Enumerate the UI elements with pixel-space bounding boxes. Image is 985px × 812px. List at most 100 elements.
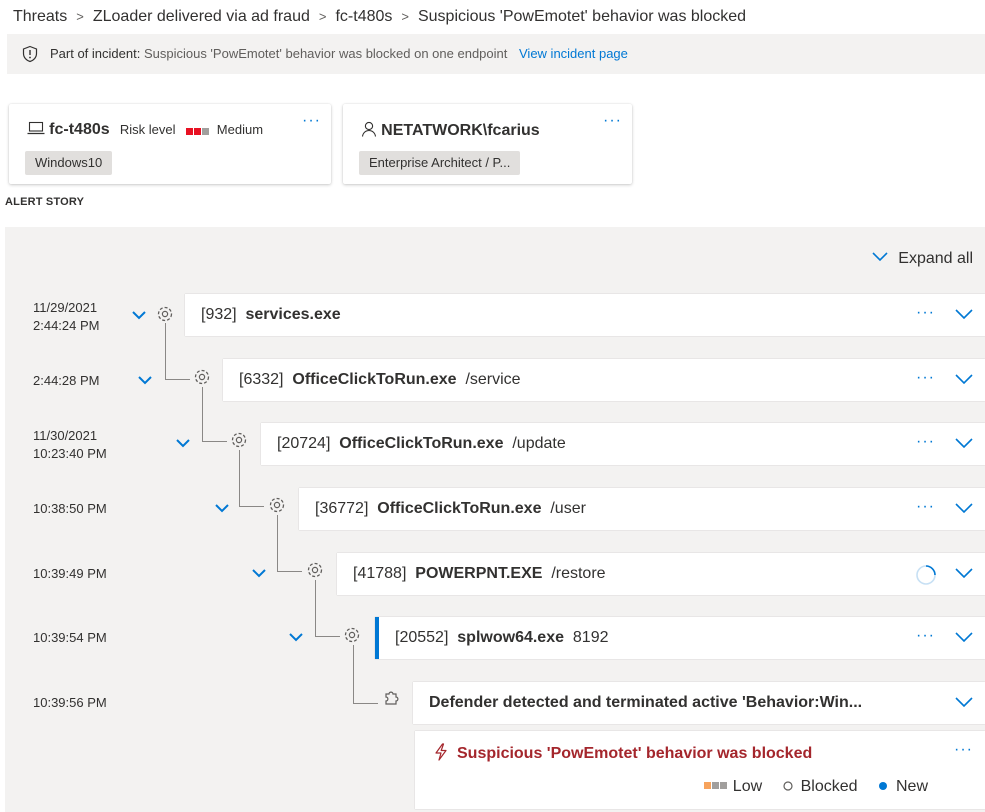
gear-icon xyxy=(231,432,247,448)
timestamp-time: 10:23:40 PM xyxy=(33,446,107,461)
alert-meta: Low Blocked New xyxy=(704,778,928,796)
process-more-button[interactable]: ··· xyxy=(916,498,935,516)
timestamp: 10:38:50 PM xyxy=(33,500,107,518)
process-name: OfficeClickToRun.exe xyxy=(339,435,504,452)
process-more-button[interactable]: ··· xyxy=(916,369,935,387)
process-node[interactable]: [41788] POWERPNT.EXE /restore xyxy=(337,553,985,595)
alert-title[interactable]: Suspicious 'PowEmotet' behavior was bloc… xyxy=(457,745,812,763)
process-args: /user xyxy=(550,500,586,517)
process-args: 8192 xyxy=(572,629,609,646)
process-pid: [36772] xyxy=(315,500,369,517)
gear-icon xyxy=(194,369,210,385)
chevron-down-icon[interactable] xyxy=(955,374,973,384)
alert-more-button[interactable]: ··· xyxy=(954,741,973,759)
process-more-button[interactable]: ··· xyxy=(916,433,935,451)
device-name[interactable]: fc-t480s xyxy=(49,121,109,138)
chevron-down-icon[interactable] xyxy=(955,568,973,578)
gear-icon xyxy=(307,562,323,578)
timestamp-date: 11/29/2021 xyxy=(33,300,98,315)
state-label: New xyxy=(895,778,928,795)
gear-icon xyxy=(157,306,173,322)
view-incident-link[interactable]: View incident page xyxy=(519,46,628,61)
process-text: [36772] OfficeClickToRun.exe /user xyxy=(315,500,586,518)
tree-connector xyxy=(239,450,264,507)
user-card[interactable]: NETATWORK\fcarius ··· Enterprise Archite… xyxy=(343,104,632,184)
process-name: OfficeClickToRun.exe xyxy=(292,371,457,388)
gear-icon xyxy=(269,497,285,513)
process-pid: [6332] xyxy=(239,371,284,388)
collapse-chevron-icon[interactable] xyxy=(252,568,266,578)
process-name: POWERPNT.EXE xyxy=(415,565,543,582)
process-pid: [20552] xyxy=(395,629,449,646)
tree-connector xyxy=(202,387,227,442)
collapse-chevron-icon[interactable] xyxy=(289,632,303,642)
user-more-button[interactable]: ··· xyxy=(603,112,622,130)
tree-connector xyxy=(277,515,302,572)
risk-level-value: Medium xyxy=(216,122,264,137)
alert-story-label: ALERT STORY xyxy=(5,196,85,208)
incident-text: Part of incident: Suspicious 'PowEmotet'… xyxy=(50,46,628,61)
collapse-chevron-icon[interactable] xyxy=(138,375,152,385)
chevron-down-icon[interactable] xyxy=(955,438,973,448)
user-card-title: NETATWORK\fcarius xyxy=(361,121,540,140)
process-text: [6332] OfficeClickToRun.exe /service xyxy=(239,371,521,389)
shield-info-icon xyxy=(22,45,38,63)
chevron-right-icon: > xyxy=(76,9,84,24)
tree-connector xyxy=(353,645,378,704)
process-node[interactable]: [6332] OfficeClickToRun.exe /service ··· xyxy=(223,359,985,401)
chevron-right-icon: > xyxy=(318,9,327,24)
process-text: [20724] OfficeClickToRun.exe /update xyxy=(277,435,566,453)
process-node[interactable]: [932] services.exe ··· xyxy=(185,294,985,336)
collapse-chevron-icon[interactable] xyxy=(176,438,190,448)
collapse-chevron-icon[interactable] xyxy=(132,310,146,320)
incident-info-bar: Part of incident: Suspicious 'PowEmotet'… xyxy=(7,34,985,74)
chevron-down-icon[interactable] xyxy=(955,697,973,707)
device-card-title: fc-t480s Risk level Medium xyxy=(27,121,263,139)
risk-level-bars xyxy=(185,122,210,139)
process-more-button[interactable]: ··· xyxy=(916,304,935,322)
timestamp: 11/30/2021 10:23:40 PM xyxy=(33,427,107,463)
timestamp-time: 2:44:24 PM xyxy=(33,318,100,333)
process-text: [932] services.exe xyxy=(201,306,341,324)
incident-description: Suspicious 'PowEmotet' behavior was bloc… xyxy=(143,46,508,61)
process-pid: [932] xyxy=(201,306,237,323)
breadcrumb: Threats > ZLoader delivered via ad fraud > f… xyxy=(13,8,746,26)
process-name: splwow64.exe xyxy=(457,629,564,646)
detection-node[interactable]: Defender detected and terminated active … xyxy=(413,682,985,724)
device-card[interactable]: fc-t480s Risk level Medium ··· Windows10 xyxy=(9,104,331,184)
process-node[interactable]: [36772] OfficeClickToRun.exe /user ··· xyxy=(299,488,985,530)
breadcrumb-device[interactable]: fc-t480s xyxy=(335,8,392,25)
tree-connector xyxy=(165,323,190,380)
device-more-button[interactable]: ··· xyxy=(302,112,321,130)
status-indicator: Blocked xyxy=(783,778,862,795)
chevron-down-icon[interactable] xyxy=(955,309,973,319)
chevron-down-icon[interactable] xyxy=(955,632,973,642)
alert-card[interactable]: Suspicious 'PowEmotet' behavior was bloc… xyxy=(415,731,985,809)
collapse-chevron-icon[interactable] xyxy=(215,503,229,513)
user-name[interactable]: NETATWORK\fcarius xyxy=(381,122,540,139)
process-pid: [41788] xyxy=(353,565,407,582)
expand-all-button[interactable]: Expand all xyxy=(872,250,973,268)
process-args: /service xyxy=(465,371,521,388)
process-text: [20552] splwow64.exe 8192 xyxy=(395,629,608,647)
process-node[interactable]: [20724] OfficeClickToRun.exe /update ··· xyxy=(261,423,985,465)
breadcrumb-threats[interactable]: Threats xyxy=(13,8,67,25)
timestamp: 2:44:28 PM xyxy=(33,372,100,390)
process-args: /update xyxy=(512,435,566,452)
severity-label: Low xyxy=(732,778,763,795)
alert-story-panel: Expand all 11/29/2021 2:44:24 PM [932] s… xyxy=(5,227,985,812)
process-more-button[interactable]: ··· xyxy=(916,627,935,645)
puzzle-icon xyxy=(385,691,399,705)
open-circle-icon xyxy=(783,781,793,791)
timestamp: 10:39:49 PM xyxy=(33,565,107,583)
timestamp-time: 2:44:28 PM xyxy=(33,373,100,388)
timestamp-time: 10:39:56 PM xyxy=(33,695,107,710)
process-name: services.exe xyxy=(245,306,341,323)
chevron-down-icon[interactable] xyxy=(955,503,973,513)
breadcrumb-incident[interactable]: ZLoader delivered via ad fraud xyxy=(93,8,310,25)
process-node-selected[interactable]: [20552] splwow64.exe 8192 ··· xyxy=(375,617,985,659)
timestamp-time: 10:39:49 PM xyxy=(33,566,107,581)
breadcrumb-alert: Suspicious 'PowEmotet' behavior was bloc… xyxy=(417,8,747,25)
loading-spinner-icon xyxy=(916,565,936,585)
risk-level-label: Risk level xyxy=(119,122,176,137)
